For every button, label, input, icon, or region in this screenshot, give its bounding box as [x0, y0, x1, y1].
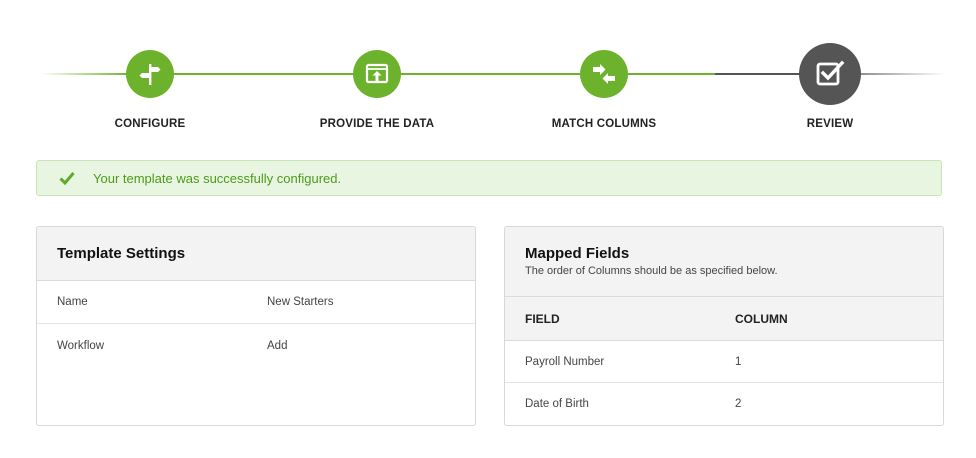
step-configure-label: CONFIGURE	[114, 118, 186, 130]
table-row: Date of Birth 2	[505, 383, 943, 425]
signpost-icon	[139, 64, 161, 85]
mapped-fields-panel: Mapped Fields The order of Columns shoul…	[504, 226, 944, 426]
step-review-label: REVIEW	[806, 118, 854, 130]
step-provide-data-label: PROVIDE THE DATA	[319, 118, 435, 130]
settings-row-name: Name New Starters	[37, 281, 475, 324]
success-alert-message: Your template was successfully configure…	[93, 170, 342, 186]
settings-value: New Starters	[267, 296, 334, 308]
column-header-column: COLUMN	[735, 311, 788, 326]
settings-label: Name	[57, 296, 88, 308]
column-number: 1	[735, 355, 742, 368]
step-review-circle[interactable]	[799, 43, 861, 105]
mapped-fields-subtitle: The order of Columns should be as specif…	[525, 265, 778, 277]
mapped-fields-title: Mapped Fields	[525, 245, 630, 262]
template-settings-panel: Template Settings Name New Starters Work…	[36, 226, 476, 426]
step-provide-data-circle[interactable]	[353, 50, 401, 98]
step-configure-circle[interactable]	[126, 50, 174, 98]
step-configure[interactable]: CONFIGURE	[50, 0, 250, 140]
template-settings-header: Template Settings	[37, 227, 475, 281]
step-match-columns[interactable]: MATCH COLUMNS	[504, 0, 704, 140]
field-name: Payroll Number	[525, 355, 605, 368]
checkbox-icon	[816, 60, 845, 86]
swap-arrows-icon	[593, 64, 615, 84]
mapped-fields-table-header: FIELD COLUMN	[505, 297, 943, 341]
column-header-field: FIELD	[525, 311, 560, 326]
checkmark-icon	[59, 170, 75, 186]
step-match-columns-circle[interactable]	[580, 50, 628, 98]
settings-label: Workflow	[57, 339, 105, 352]
success-alert: Your template was successfully configure…	[36, 160, 942, 196]
settings-value: Add	[267, 339, 288, 352]
field-name: Date of Birth	[525, 398, 589, 410]
step-match-columns-label: MATCH COLUMNS	[551, 118, 657, 130]
table-row: Payroll Number 1	[505, 341, 943, 383]
mapped-fields-header: Mapped Fields The order of Columns shoul…	[505, 227, 943, 297]
wizard-stepper: CONFIGURE PROVIDE THE DATA MATCH COLUMNS…	[0, 0, 976, 150]
template-settings-title: Template Settings	[57, 245, 186, 262]
step-review[interactable]: REVIEW	[730, 0, 930, 140]
column-number: 2	[735, 398, 742, 410]
step-provide-data[interactable]: PROVIDE THE DATA	[277, 0, 477, 140]
settings-row-workflow: Workflow Add	[37, 324, 475, 367]
review-page: CONFIGURE PROVIDE THE DATA MATCH COLUMNS…	[0, 0, 976, 458]
upload-window-icon	[365, 63, 389, 84]
